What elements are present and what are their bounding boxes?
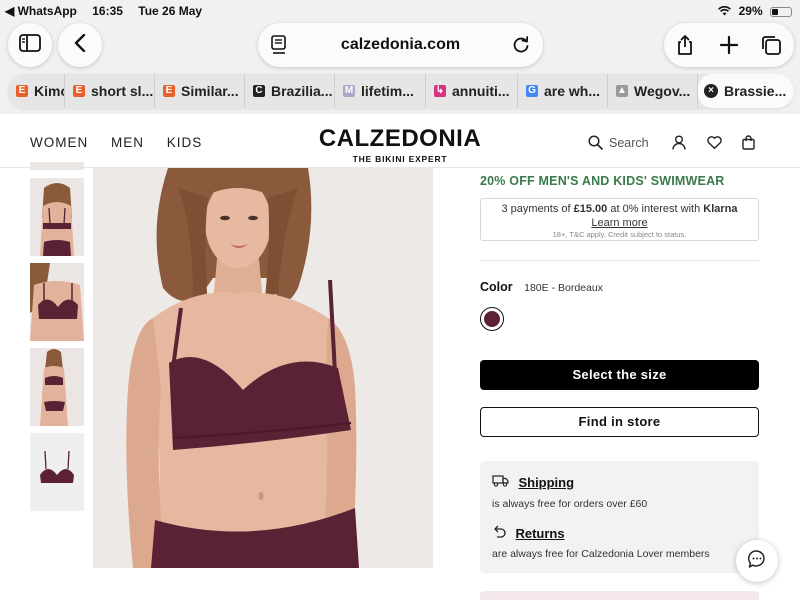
tab-favicon: ↳ [434,85,446,97]
browser-tab[interactable]: Eshort sl... [65,74,155,108]
thumbnail-front-closeup[interactable] [30,263,84,341]
browser-tab[interactable]: E Similar... [155,74,245,108]
tab-favicon: E [163,85,175,97]
status-bar: ◀ WhatsApp 16:35 Tue 26 May 29% [5,4,792,20]
nav-men[interactable]: MEN [111,135,144,150]
sidebar-toggle-button[interactable] [8,23,52,67]
browser-tab[interactable]: C Brazilia... [245,74,335,108]
tab-favicon: ▲ [616,85,628,97]
model-photo [93,168,433,568]
browser-tab[interactable]: × Brassie... [698,74,794,108]
shipping-row: Shipping [492,474,574,492]
find-in-store-button[interactable]: Find in store [480,407,759,437]
chat-bubble-icon [747,549,767,574]
brand-logo[interactable]: CALZEDONIA THE BIKINI EXPERT [300,125,500,164]
status-time: 16:35 [92,4,123,18]
browser-tab[interactable]: ▲ Wegov... [608,74,698,108]
klarna-amount: £15.00 [573,203,608,215]
color-row: Color 180E - Bordeaux [480,280,603,294]
sidebar-icon [19,33,41,57]
klarna-prefix: 3 payments of [501,203,574,215]
tab-label: are wh... [544,83,601,99]
battery-percent: 29% [738,4,763,18]
tab-favicon: E [73,85,85,97]
swatch-fill [484,311,500,327]
klarna-payment-box: 3 payments of £15.00 at 0% interest with… [480,198,759,241]
tab-label: Brazilia... [271,83,333,99]
brand-name: CALZEDONIA [318,125,482,152]
tab-label: Kimo [34,83,64,99]
tab-label: Wegov... [634,83,691,99]
tab-label: Similar... [181,83,239,99]
address-bar[interactable]: calzedonia.com [258,23,543,67]
tab-favicon: E [16,85,28,97]
tab-label: Brassie... [724,83,787,99]
close-tab-icon[interactable]: × [704,84,718,98]
tab-favicon: M [343,85,355,97]
klarna-provider: Klarna [703,203,738,215]
chevron-left-icon [74,33,86,57]
browser-tab[interactable]: Mlifetim... [335,74,426,108]
brand-tagline: THE BIKINI EXPERT [352,154,448,164]
browser-chrome: ◀ WhatsApp 16:35 Tue 26 May 29% calzedon… [0,0,800,114]
truck-icon [492,474,509,492]
shipping-link[interactable]: Shipping [518,475,574,490]
shipping-returns-box: Shipping is always free for orders over … [480,461,759,573]
share-icon[interactable] [674,34,696,61]
klarna-line: 3 payments of £15.00 at 0% interest with… [481,203,758,215]
thumbnail-product-only[interactable] [30,433,84,511]
next-section-edge [480,591,759,600]
thumbnail-back-view[interactable] [30,178,84,256]
tab-label: lifetim... [361,83,414,99]
browser-tab[interactable]: E Kimo [8,74,65,108]
color-swatch-bordeaux[interactable] [480,307,504,331]
klarna-disclaimer: 18+, T&C apply, Credit subject to status… [552,230,687,239]
klarna-middle: at 0% interest with [607,203,704,215]
wishlist-heart-icon[interactable] [707,136,722,154]
chat-button[interactable] [736,540,778,582]
tab-favicon: G [526,85,538,97]
tab-label: short sl... [91,83,154,99]
returns-row: Returns [492,525,565,543]
nav-kids[interactable]: KIDS [167,135,203,150]
returns-text: are always free for Calzedonia Lover mem… [492,548,710,560]
back-to-app-link[interactable]: ◀ WhatsApp [5,4,77,18]
search-field[interactable]: Search [609,136,649,150]
color-value: 180E - Bordeaux [524,282,603,294]
tab-favicon: C [253,85,265,97]
new-tab-icon[interactable] [718,34,740,61]
klarna-learn-more-link[interactable]: Learn more [481,217,758,229]
account-icon[interactable] [672,135,686,155]
site-header: WOMEN MEN KIDS CALZEDONIA THE BIKINI EXP… [0,114,800,168]
search-icon[interactable] [588,135,603,155]
color-label: Color [480,280,513,294]
url-domain: calzedonia.com [340,36,461,53]
tab-label: annuiti... [452,83,510,99]
return-arrow-icon [492,525,506,543]
divider [480,260,759,261]
thumbnail-full-body[interactable] [30,348,84,426]
tab-bar: EKimoEshort sl...ESimilar...CBrazilia...… [8,74,794,108]
header-tools: Search [588,134,768,154]
returns-link[interactable]: Returns [515,526,564,541]
tabs-overview-icon[interactable] [760,34,782,61]
main-nav: WOMEN MEN KIDS [30,135,220,150]
select-size-button[interactable]: Select the size [480,360,759,390]
back-button[interactable] [58,23,102,67]
reload-icon[interactable] [511,35,531,60]
wifi-icon [718,5,732,19]
browser-tab[interactable]: ↳ annuiti... [426,74,518,108]
browser-actions [664,23,794,67]
shipping-text: is always free for orders over £60 [492,498,648,510]
product-main-image[interactable] [93,168,433,568]
thumbnail-partial[interactable] [30,162,84,170]
nav-women[interactable]: WOMEN [30,135,88,150]
shopping-bag-icon[interactable] [742,135,755,155]
browser-tab[interactable]: Gare wh... [518,74,608,108]
status-date: Tue 26 May [138,4,203,18]
battery-icon [770,6,792,17]
promo-banner[interactable]: 20% OFF MEN'S AND KIDS' SWIMWEAR [480,174,725,188]
